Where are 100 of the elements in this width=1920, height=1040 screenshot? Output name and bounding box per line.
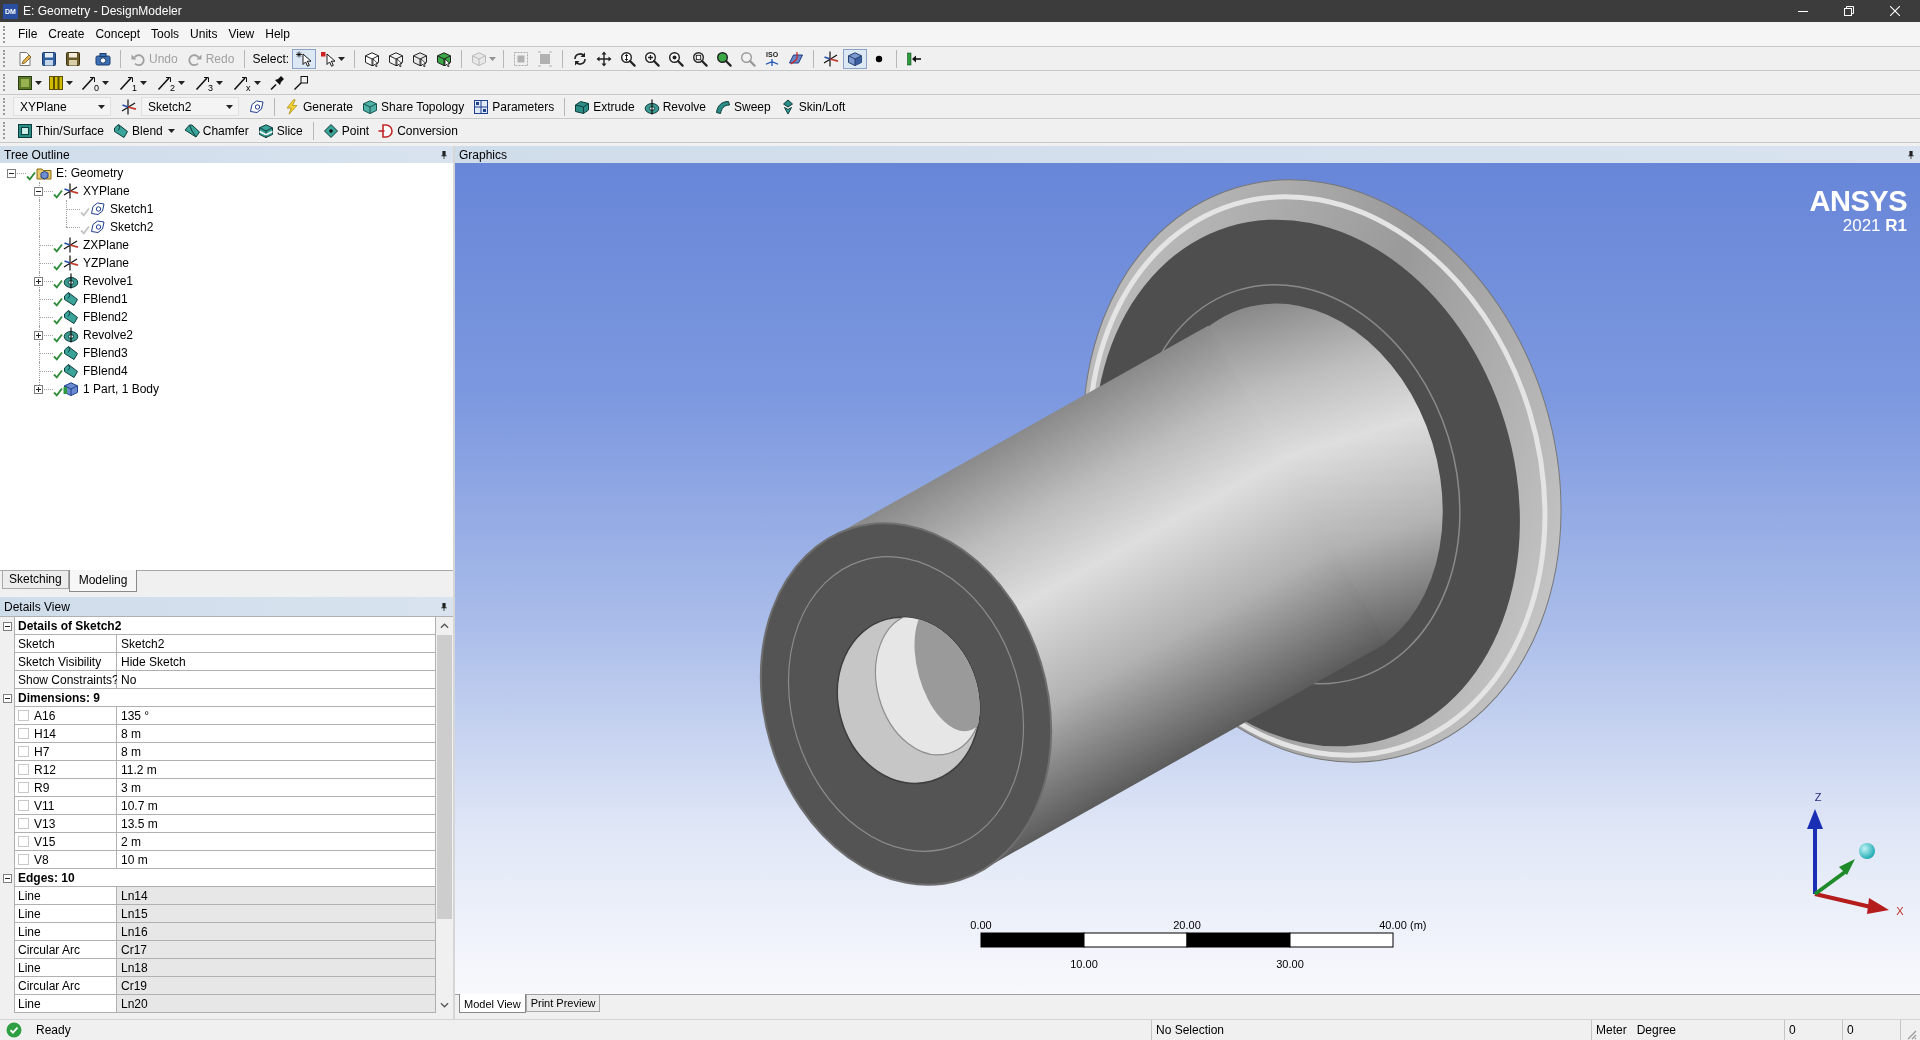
chevron-down-icon[interactable] (440, 1002, 449, 1008)
sweep-button[interactable]: Sweep (711, 95, 776, 118)
tree-item[interactable]: Sketch2 (110, 220, 154, 234)
close-icon[interactable] (1890, 6, 1900, 16)
panel-tab[interactable]: Modeling (68, 570, 138, 592)
plane-dropdown[interactable]: XYPlane (13, 97, 111, 116)
plus-box-icon[interactable] (34, 276, 43, 286)
menu-item[interactable]: Concept (90, 25, 146, 43)
tree-item[interactable]: Revolve1 (83, 274, 134, 288)
move-arrows-icon[interactable] (596, 50, 613, 67)
square-icon[interactable] (17, 74, 33, 91)
magnifier-icon[interactable] (692, 50, 709, 67)
minus-box-icon[interactable] (7, 168, 16, 178)
cube-cursor-icon[interactable] (436, 50, 453, 67)
angle-unit[interactable]: Degree (1636, 1023, 1677, 1037)
tree-item[interactable]: Sketch1 (110, 202, 154, 216)
minus-box-icon[interactable] (2, 873, 12, 883)
plus-box-icon[interactable] (34, 384, 43, 394)
tree-item[interactable]: FBlend2 (83, 310, 128, 324)
section-header[interactable]: Details of Sketch2 (14, 617, 436, 635)
tree-item[interactable]: FBlend3 (83, 346, 128, 360)
caret-icon[interactable] (35, 80, 42, 85)
tree-item[interactable]: YZPlane (83, 256, 130, 270)
chevron-up-icon[interactable] (440, 623, 449, 629)
magnifier-plus-icon[interactable] (644, 50, 661, 67)
section-header[interactable]: Dimensions: 9 (14, 689, 436, 707)
cube-cursor-icon[interactable] (388, 50, 405, 67)
menu-item[interactable]: File (13, 25, 43, 43)
cube-cursor-icon[interactable] (364, 50, 381, 67)
property-value[interactable]: 3 m (117, 779, 436, 797)
checkbox[interactable] (18, 818, 29, 829)
toolbar-grip[interactable] (3, 98, 7, 115)
line-tool-button[interactable]: 3 (189, 72, 228, 93)
menu-item[interactable]: Tools (146, 25, 185, 43)
magnifier-icon[interactable] (668, 50, 685, 67)
arrow-bar-icon[interactable] (906, 50, 923, 67)
property-value[interactable]: Sketch2 (117, 635, 436, 653)
parameters-button[interactable]: Parameters (469, 95, 560, 118)
plus-box-icon[interactable] (34, 330, 43, 340)
menu-item[interactable]: Help (260, 25, 295, 43)
line-tool-button[interactable]: 2 (151, 72, 190, 93)
property-value[interactable]: 10 m (117, 851, 436, 869)
chamfer-button[interactable]: Chamfer (179, 119, 254, 142)
property-value[interactable]: 13.5 m (117, 815, 436, 833)
bars-icon[interactable] (48, 74, 64, 91)
shaded-view-button[interactable] (843, 48, 868, 69)
share-topology-button[interactable]: Share Topology (358, 95, 470, 118)
checkbox[interactable] (18, 782, 29, 793)
minus-box-icon[interactable] (34, 186, 43, 196)
minus-box-icon[interactable] (2, 693, 12, 703)
checkbox[interactable] (18, 764, 29, 775)
tree-item[interactable]: E: Geometry (56, 166, 124, 180)
caret-icon[interactable] (66, 80, 73, 85)
property-value[interactable]: No (117, 671, 436, 689)
tree-item[interactable]: ZXPlane (83, 238, 130, 252)
sketch-dropdown[interactable]: Sketch2 (141, 97, 239, 116)
toolbar-grip[interactable] (3, 25, 7, 43)
length-unit[interactable]: Meter (1596, 1023, 1627, 1037)
magnifier-icon[interactable] (620, 50, 637, 67)
skin-loft-button[interactable]: Skin/Loft (775, 95, 851, 118)
axes-icon[interactable] (823, 50, 840, 67)
property-value[interactable]: 8 m (117, 743, 436, 761)
thin-surface-button[interactable]: Thin/Surface (13, 119, 110, 142)
checkbox[interactable] (18, 746, 29, 757)
checkbox[interactable] (18, 710, 29, 721)
property-value[interactable]: 2 m (117, 833, 436, 851)
tree-item[interactable]: Revolve2 (83, 328, 134, 342)
scrollbar-thumb[interactable] (437, 635, 452, 919)
rotate-arrows-icon[interactable] (572, 50, 589, 67)
generate-button[interactable]: Generate (280, 95, 359, 118)
toolbar-grip[interactable] (3, 122, 7, 139)
magnifier-icon[interactable] (716, 50, 733, 67)
line-tool-button[interactable]: 1 (113, 72, 152, 93)
view-tab[interactable]: Print Preview (525, 995, 601, 1012)
restore-icon[interactable] (1844, 6, 1854, 16)
resize-grip-icon[interactable] (1905, 1028, 1917, 1040)
property-value[interactable]: 135 ° (117, 707, 436, 725)
conversion-button[interactable]: Conversion (374, 119, 463, 142)
document-icon[interactable] (17, 50, 33, 67)
caret-icon[interactable] (338, 56, 346, 61)
checkbox[interactable] (18, 800, 29, 811)
line-tool-button[interactable]: 0 (75, 72, 113, 93)
tree-item[interactable]: 1 Part, 1 Body (83, 382, 160, 396)
toolbar-grip[interactable] (3, 74, 7, 91)
checkbox[interactable] (18, 854, 29, 865)
tree-item[interactable]: XYPlane (83, 184, 130, 198)
property-value[interactable]: 10.7 m (117, 797, 436, 815)
menu-item[interactable]: Units (185, 25, 223, 43)
point-button[interactable]: Point (318, 119, 375, 142)
sketch-icon[interactable] (249, 98, 265, 115)
flanged-cylinder-model[interactable] (759, 179, 1562, 886)
select-mode-button[interactable] (292, 48, 317, 69)
section-header[interactable]: Edges: 10 (14, 869, 436, 887)
cube-cursor-icon[interactable] (412, 50, 429, 67)
blend-button[interactable]: Blend (109, 119, 180, 142)
view-tab[interactable]: Model View (459, 994, 526, 1013)
panel-tab[interactable]: Sketching (2, 571, 69, 589)
property-value[interactable]: Hide Sketch (117, 653, 436, 671)
revolve-button[interactable]: Revolve (639, 95, 711, 118)
axes-icon[interactable] (121, 98, 137, 115)
